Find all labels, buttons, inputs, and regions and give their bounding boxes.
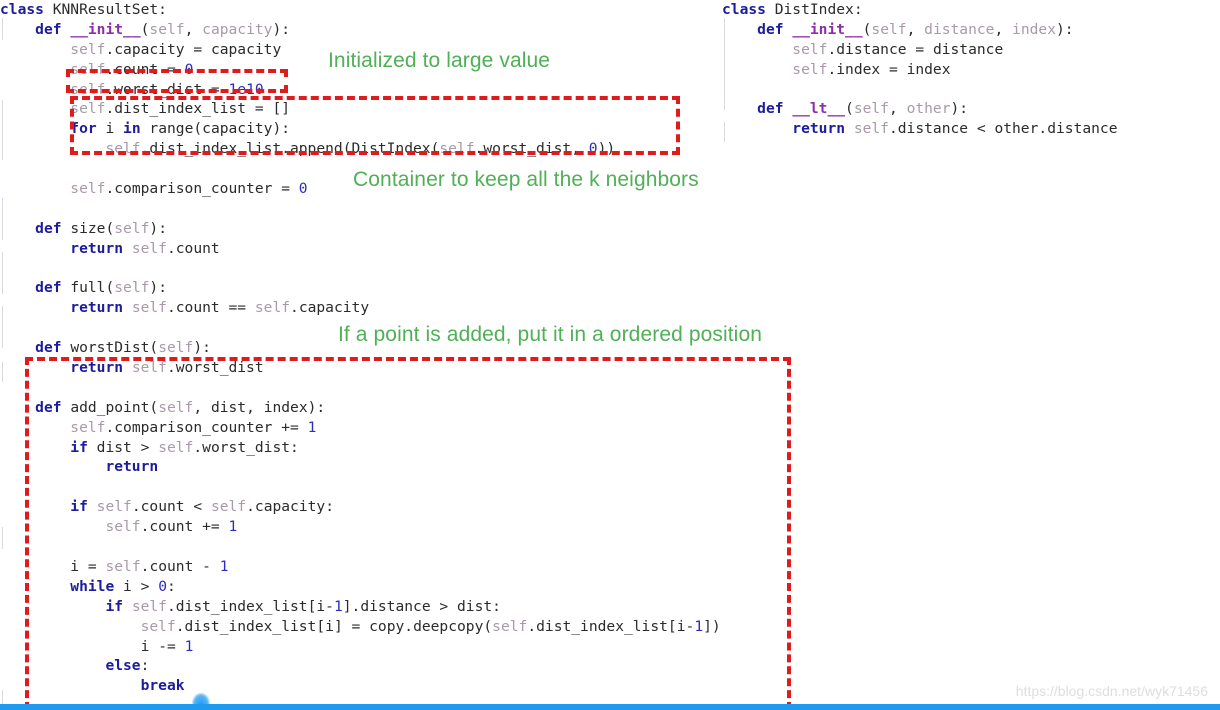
annotation-initialized-large-value: Initialized to large value: [328, 49, 551, 72]
code-line: def add_point(self, dist, index):: [35, 398, 326, 416]
code-line: while i > 0:: [70, 577, 176, 595]
code-line: self.worst_dist = 1e10: [70, 80, 264, 98]
code-line: return: [105, 458, 159, 476]
code-block-distindex[interactable]: class DistIndex: def __init__(self, dist…: [722, 0, 1117, 139]
code-line: i -= 1: [140, 637, 194, 655]
code-line: def __init__(self, capacity):: [35, 20, 291, 38]
code-line: return self.count: [70, 239, 220, 257]
code-line: if self.count < self.capacity:: [70, 498, 334, 516]
code-line: def __lt__(self, other):: [757, 100, 969, 118]
code-line: self.count += 1: [105, 518, 238, 536]
code-line: return self.distance < other.distance: [792, 120, 1118, 138]
bottom-progress-bar[interactable]: [0, 704, 1220, 710]
code-line: return self.count == self.capacity: [70, 299, 370, 317]
code-line: for i in range(capacity):: [70, 120, 291, 138]
code-line: i = self.count - 1: [70, 557, 229, 575]
code-line: return self.worst_dist: [70, 359, 264, 377]
code-line: self.dist_index_list.append(DistIndex(se…: [105, 140, 616, 158]
code-line: if self.dist_index_list[i-1].distance > …: [105, 597, 501, 615]
code-line: def __init__(self, distance, index):: [757, 20, 1074, 38]
code-screenshot-root: class KNNResultSet: def __init__(self, c…: [0, 0, 1220, 710]
watermark-url: https://blog.csdn.net/wyk71456: [1015, 683, 1208, 699]
code-line: def size(self):: [35, 219, 167, 237]
code-line: self.index = index: [792, 60, 951, 78]
code-line: self.comparison_counter += 1: [70, 418, 317, 436]
code-line: def full(self):: [35, 279, 167, 297]
code-line: class KNNResultSet:: [0, 1, 167, 18]
code-block-knnresultset[interactable]: class KNNResultSet: def __init__(self, c…: [0, 0, 721, 710]
code-line: self.dist_index_list = []: [70, 100, 291, 118]
code-line: self.distance = distance: [792, 40, 1004, 58]
code-line: self.dist_index_list[i] = copy.deepcopy(…: [140, 617, 721, 635]
annotation-ordered-position: If a point is added, put it in a ordered…: [338, 323, 763, 346]
code-line: if dist > self.worst_dist:: [70, 438, 299, 456]
code-line: break: [140, 677, 185, 695]
code-line: class DistIndex:: [722, 1, 863, 18]
annotation-container-k-neighbors: Container to keep all the k neighbors: [353, 168, 699, 191]
code-line: else:: [105, 657, 150, 675]
